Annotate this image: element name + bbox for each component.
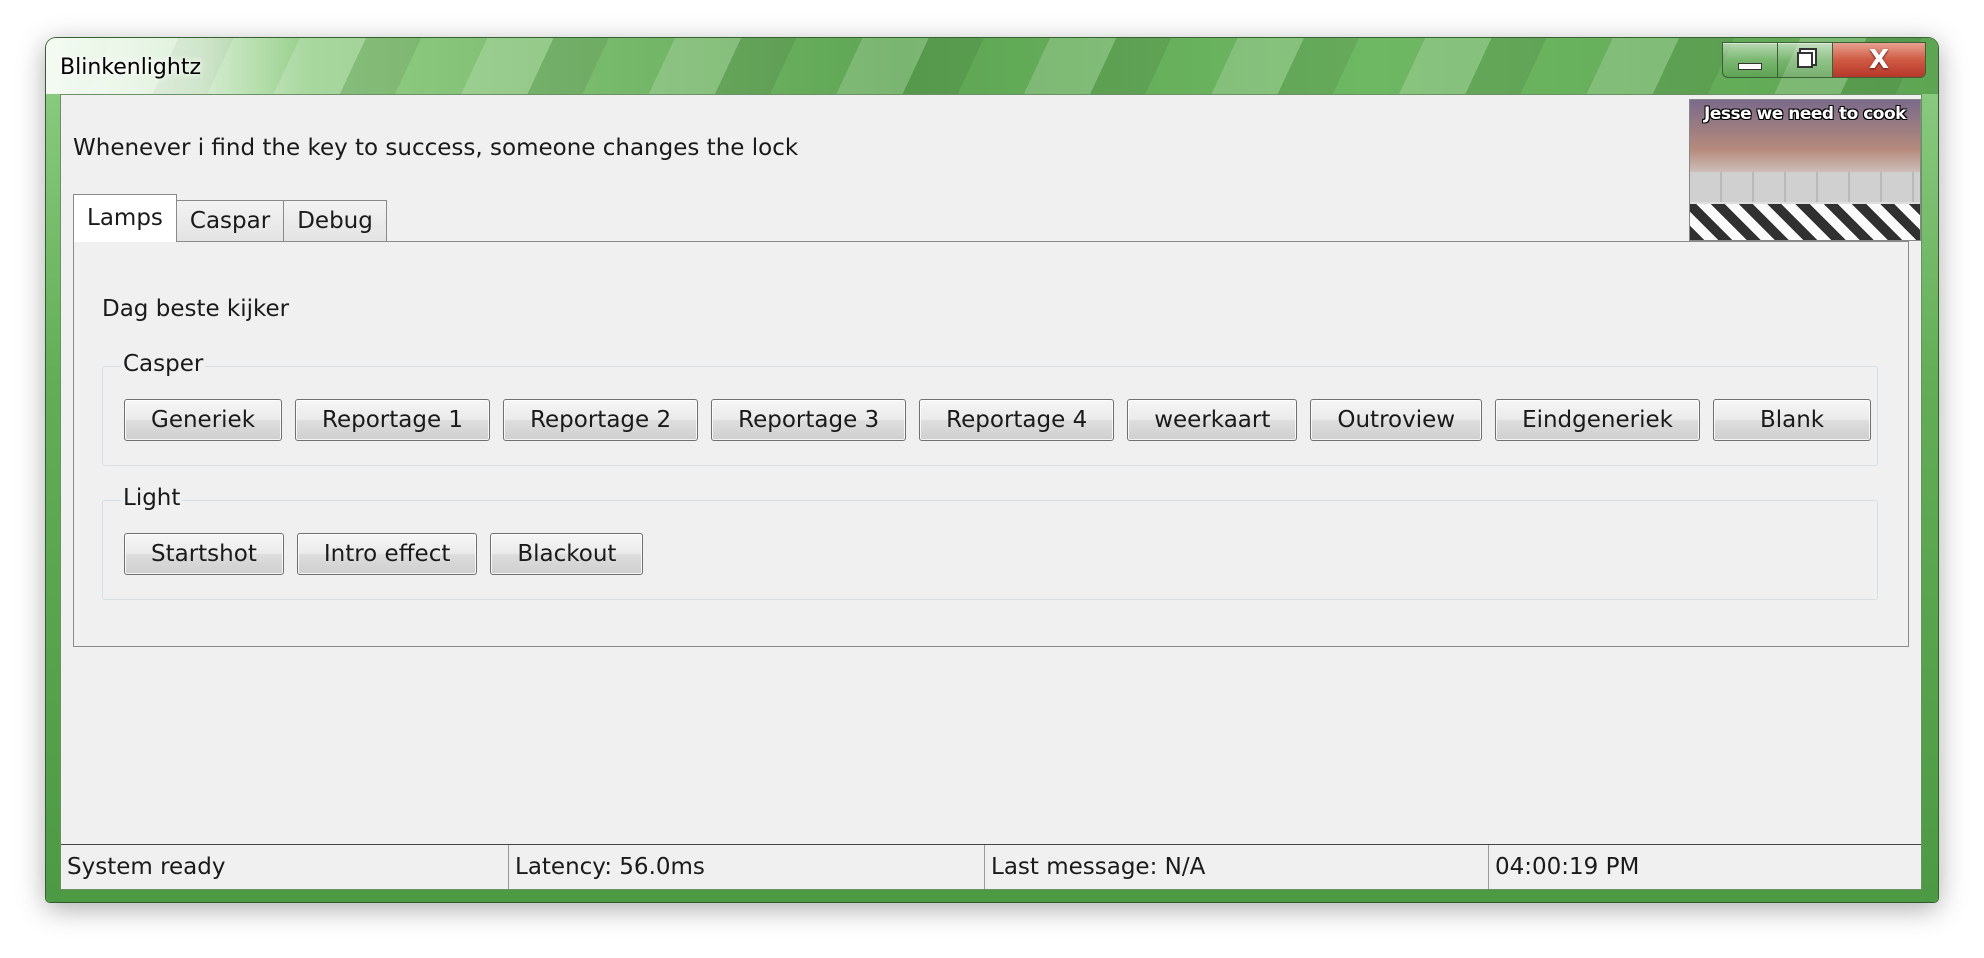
app-window: Blinkenlightz X Whenever i find the key …	[46, 38, 1938, 902]
status-last-message: Last message: N/A	[985, 845, 1489, 889]
intro-effect-button[interactable]: Intro effect	[296, 533, 478, 575]
blank-button[interactable]: Blank	[1712, 399, 1872, 441]
maximize-button[interactable]	[1778, 43, 1833, 77]
close-button[interactable]: X	[1833, 43, 1925, 77]
tab-strip: Lamps Caspar Debug	[73, 194, 387, 242]
meme-thumbnail: Jesse we need to cook	[1689, 99, 1921, 241]
eindgeneriek-button[interactable]: Eindgeneriek	[1495, 399, 1700, 441]
reportage-4-button[interactable]: Reportage 4	[919, 399, 1115, 441]
tab-caspar[interactable]: Caspar	[175, 200, 285, 241]
reportage-2-button[interactable]: Reportage 2	[503, 399, 699, 441]
outroview-button[interactable]: Outroview	[1310, 399, 1483, 441]
casper-group: Casper Generiek Reportage 1 Reportage 2 …	[102, 351, 1878, 466]
caption-buttons: X	[1722, 42, 1926, 78]
minimize-icon	[1738, 62, 1762, 70]
client-area: Whenever i find the key to success, some…	[60, 94, 1922, 890]
reportage-1-button[interactable]: Reportage 1	[295, 399, 491, 441]
minimize-button[interactable]	[1723, 43, 1778, 77]
casper-button-row: Generiek Reportage 1 Reportage 2 Reporta…	[124, 399, 1872, 441]
thumbnail-caption: Jesse we need to cook	[1704, 104, 1906, 124]
light-group: Light Startshot Intro effect Blackout	[102, 485, 1878, 600]
tab-lamps[interactable]: Lamps	[73, 194, 177, 242]
generiek-button[interactable]: Generiek	[124, 399, 283, 441]
thumbnail-checker-floor	[1690, 204, 1920, 240]
status-clock: 04:00:19 PM	[1495, 854, 1640, 880]
startshot-button[interactable]: Startshot	[124, 533, 284, 575]
lamps-tab-panel: Dag beste kijker Casper Generiek Reporta…	[73, 241, 1909, 647]
tab-debug[interactable]: Debug	[283, 200, 387, 241]
thumbnail-counter-graphic	[1690, 172, 1920, 202]
title-bar[interactable]: Blinkenlightz X	[46, 38, 1938, 94]
close-icon: X	[1868, 45, 1890, 75]
header-quote: Whenever i find the key to success, some…	[73, 135, 799, 161]
blackout-button[interactable]: Blackout	[490, 533, 644, 575]
status-ready: System ready	[61, 845, 509, 889]
greeting-label: Dag beste kijker	[102, 296, 290, 322]
light-group-legend: Light	[121, 485, 183, 511]
restore-icon	[1797, 52, 1813, 68]
weerkaart-button[interactable]: weerkaart	[1127, 399, 1298, 441]
status-bar: System ready Latency: 56.0ms Last messag…	[61, 844, 1921, 889]
reportage-3-button[interactable]: Reportage 3	[711, 399, 907, 441]
window-title: Blinkenlightz	[60, 55, 202, 80]
status-latency: Latency: 56.0ms	[509, 845, 985, 889]
casper-group-legend: Casper	[121, 351, 206, 377]
light-button-row: Startshot Intro effect Blackout	[124, 533, 644, 575]
